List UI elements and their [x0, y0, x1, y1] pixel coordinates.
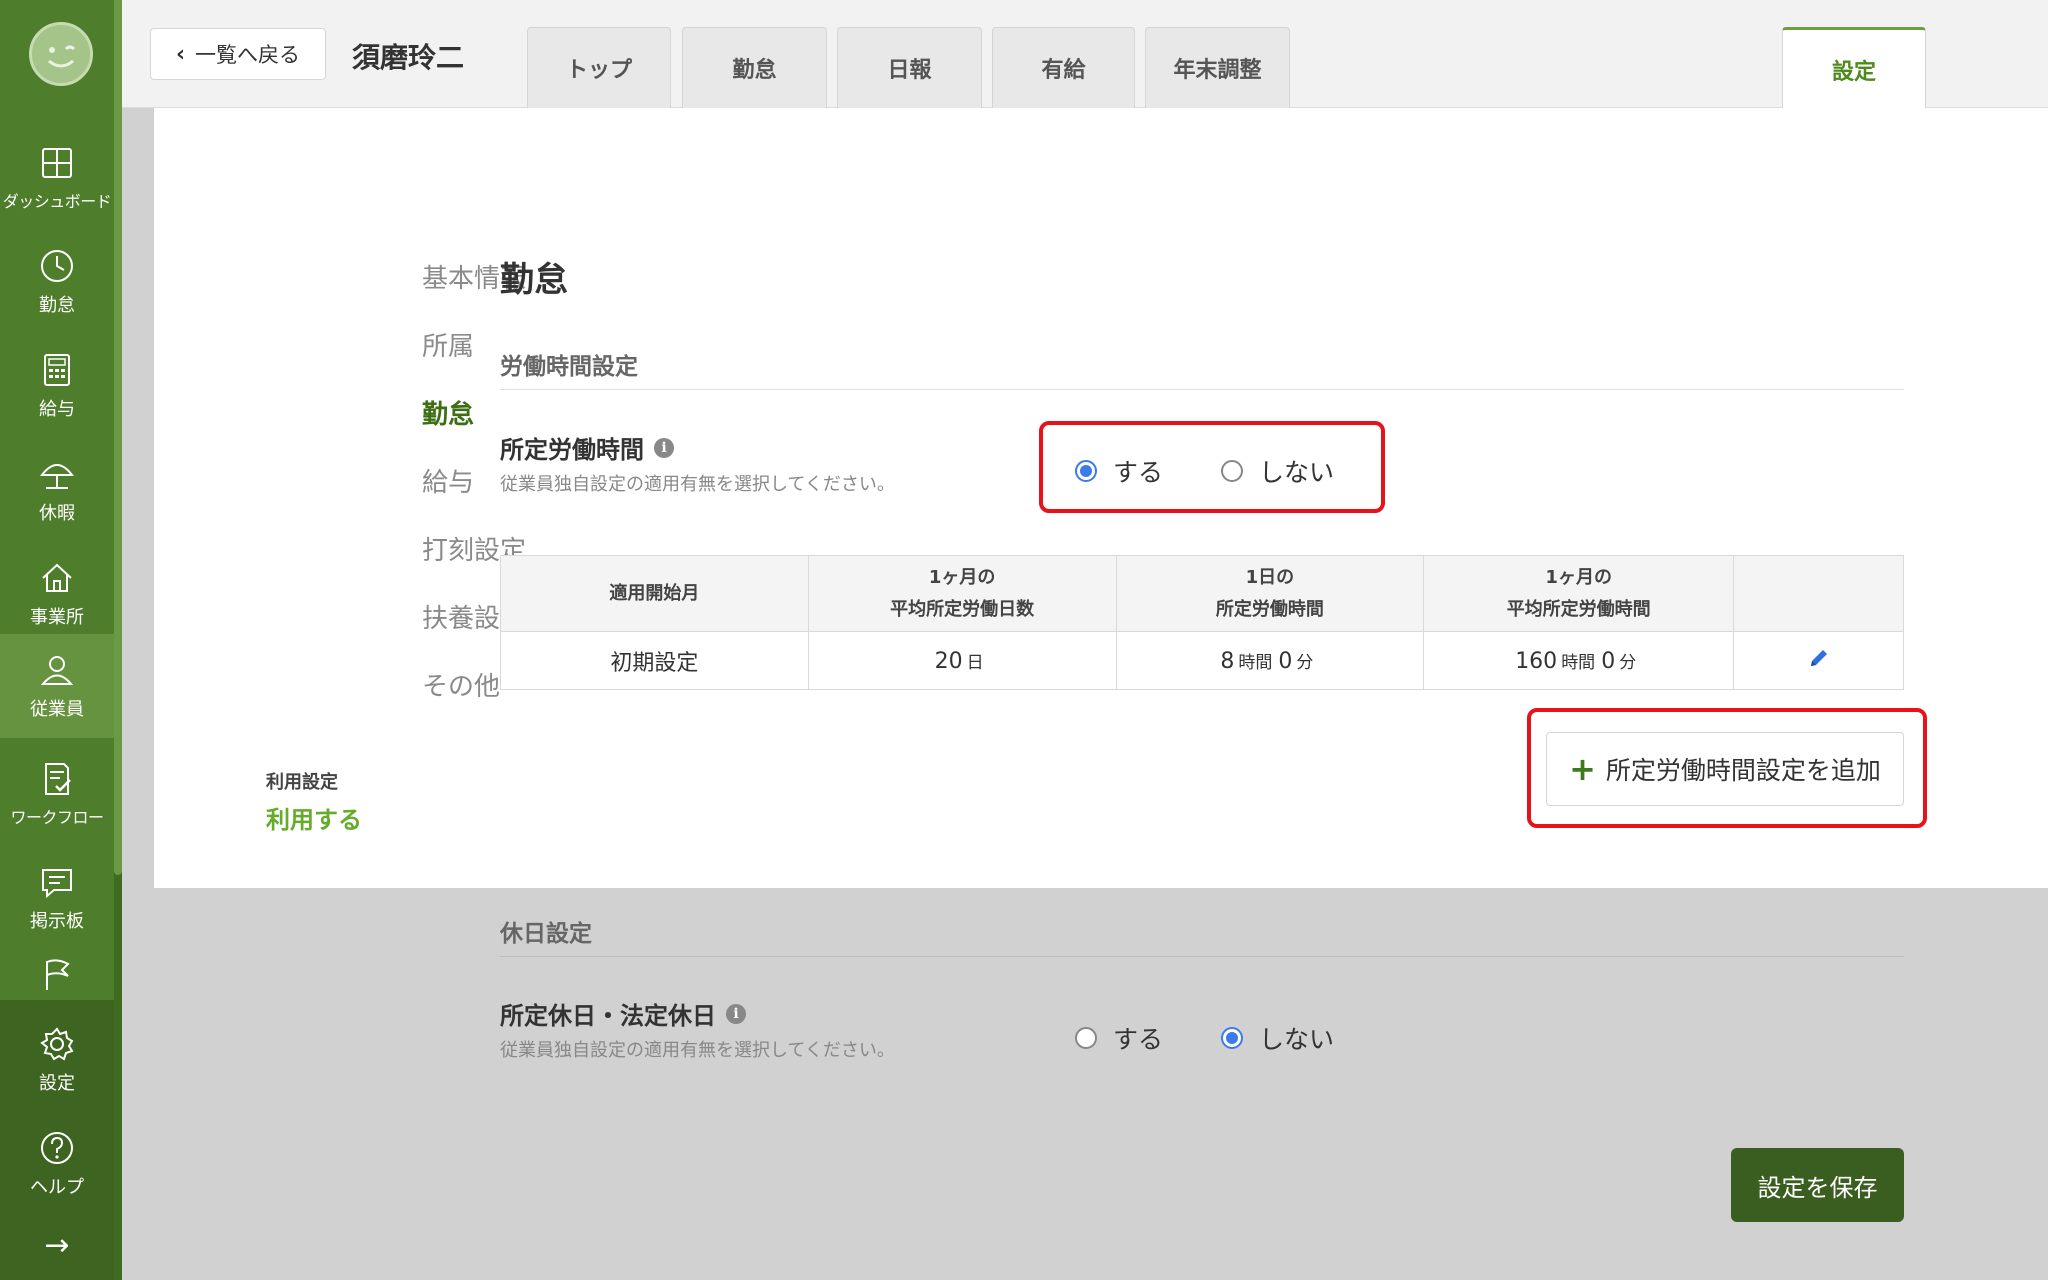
tab-year-end[interactable]: 年末調整	[1145, 27, 1290, 108]
cell-monthly-days: 20 日	[807, 631, 1117, 690]
table-header: 1日の 所定労働時間	[1115, 555, 1425, 632]
working-hours-title: 労働時間設定	[500, 354, 638, 380]
chat-icon	[42, 869, 72, 899]
table-header-row: 適用開始月 1ヶ月の 平均所定労働日数 1日の 所定労働時間 1ヶ月の 平均所定労働時…	[500, 555, 1904, 632]
sidebar-item-label: 給与	[39, 399, 75, 420]
menu-item-other[interactable]: その他	[422, 666, 500, 703]
sidebar-item-label: ダッシュボード	[2, 192, 112, 211]
working-hours-field-label: 所定労働時間 i	[500, 430, 674, 465]
checklist-icon	[45, 763, 71, 795]
holiday-radio-group: する しない	[1075, 1020, 1392, 1056]
holiday-title: 休日設定	[500, 921, 592, 947]
sidebar-item-label: 勤怠	[39, 295, 75, 316]
umbrella-icon	[39, 464, 75, 489]
menu-item-attendance[interactable]: 勤怠	[422, 394, 474, 431]
back-to-list-button[interactable]: ‹ 一覧へ戻る	[150, 28, 326, 80]
tab-paid-leave[interactable]: 有給	[992, 27, 1135, 108]
menu-item-payroll[interactable]: 給与	[422, 462, 474, 499]
highlight-box	[1527, 708, 1927, 828]
sidebar-item-attendance[interactable]: 勤怠	[0, 230, 114, 334]
sidebar-item-label: 従業員	[30, 699, 84, 720]
working-hours-table: 適用開始月 1ヶ月の 平均所定労働日数 1日の 所定労働時間 1ヶ月の 平均所定労働時…	[500, 555, 1904, 690]
sidebar-item-employees[interactable]: 従業員	[0, 634, 114, 738]
table-header	[1733, 555, 1904, 632]
divider	[500, 956, 1904, 957]
employee-name: 須磨玲二	[352, 41, 465, 74]
arrow-right-icon[interactable]: →	[0, 1228, 114, 1263]
tab-attendance[interactable]: 勤怠	[682, 27, 827, 108]
table-header: 適用開始月	[500, 555, 809, 632]
holiday-help: 従業員独自設定の適用有無を選択してください。	[500, 1040, 895, 1061]
sidebar-item-leave[interactable]: 休暇	[0, 438, 114, 542]
radio-label: する	[1113, 1025, 1164, 1054]
cell-daily-hours: 8 時間 0 分	[1115, 631, 1425, 690]
info-icon[interactable]: i	[654, 437, 674, 458]
divider	[500, 389, 1904, 390]
tab-daily-report[interactable]: 日報	[837, 27, 982, 108]
menu-item-affiliation[interactable]: 所属	[422, 326, 474, 363]
sidebar-item-help[interactable]: ヘルプ	[0, 1112, 114, 1216]
avatar[interactable]	[29, 22, 93, 86]
table-row: 初期設定 20 日 8 時間 0 分 160 時間 0 分	[500, 631, 1904, 690]
sidebar-item-workflow[interactable]: ワークフロー	[0, 742, 114, 846]
section-title: 勤怠	[500, 260, 568, 300]
sidebar-item-label: ヘルプ	[30, 1177, 84, 1198]
sidebar: ダッシュボード 勤怠 給与 休暇 事業所 従業員 ワークフロー 掲示板 設定 ヘ…	[0, 0, 122, 1280]
info-icon[interactable]: i	[726, 1003, 746, 1024]
radio-dot-selected[interactable]	[1221, 1027, 1244, 1049]
radio-yes[interactable]: する	[1075, 1020, 1163, 1056]
flag-icon	[46, 959, 70, 990]
radio-label: しない	[1259, 1025, 1335, 1054]
sidebar-item-payroll[interactable]: 給与	[0, 334, 114, 438]
cell-start-month: 初期設定	[500, 631, 809, 690]
highlight-box	[1039, 421, 1385, 513]
sidebar-item-label: 掲示板	[30, 911, 84, 932]
dashboard-icon	[42, 148, 72, 178]
calculator-icon	[44, 354, 70, 386]
sidebar-item-flag[interactable]	[0, 948, 114, 1008]
table-header: 1ヶ月の 平均所定労働日数	[807, 555, 1117, 632]
usage-setting-value: 利用する	[266, 806, 362, 834]
sidebar-item-label: 休暇	[39, 503, 75, 524]
sidebar-scroll-thumb[interactable]	[114, 0, 122, 875]
clock-icon	[41, 250, 73, 282]
sidebar-item-office[interactable]: 事業所	[0, 542, 114, 646]
sidebar-item-label: ワークフロー	[10, 808, 104, 827]
sidebar-item-label: 事業所	[30, 607, 84, 628]
sidebar-item-board[interactable]: 掲示板	[0, 846, 114, 950]
back-button-label: 一覧へ戻る	[195, 43, 301, 67]
field-label-text: 所定休日・法定休日	[500, 1002, 716, 1030]
person-icon	[40, 656, 74, 685]
cell-monthly-hours: 160 時間 0 分	[1423, 631, 1735, 690]
field-label-text: 所定労働時間	[500, 436, 644, 464]
radio-dot[interactable]	[1075, 1027, 1097, 1049]
chevron-left-icon: ‹	[175, 41, 186, 67]
radio-no[interactable]: しない	[1221, 1020, 1334, 1056]
cell-edit	[1733, 631, 1904, 690]
holiday-field-label: 所定休日・法定休日 i	[500, 996, 746, 1031]
help-icon	[41, 1132, 73, 1164]
tab-settings[interactable]: 設定	[1782, 27, 1926, 109]
pencil-icon[interactable]	[1806, 645, 1832, 677]
header: ‹ 一覧へ戻る 須磨玲二 トップ 勤怠 日報 有給 年末調整 設定	[122, 0, 2048, 109]
home-icon	[42, 563, 72, 592]
usage-setting-label: 利用設定	[266, 772, 338, 793]
working-hours-help: 従業員独自設定の適用有無を選択してください。	[500, 474, 895, 495]
sidebar-scrollbar[interactable]	[114, 0, 122, 1280]
table-header: 1ヶ月の 平均所定労働時間	[1423, 555, 1735, 632]
sidebar-item-label: 設定	[39, 1073, 75, 1094]
sidebar-item-settings[interactable]: 設定	[0, 1008, 114, 1112]
smiley-icon	[48, 45, 76, 68]
sidebar-item-dashboard[interactable]: ダッシュボード	[0, 126, 114, 230]
save-settings-button[interactable]: 設定を保存	[1731, 1148, 1904, 1222]
gear-icon	[40, 1027, 74, 1061]
tab-top[interactable]: トップ	[527, 27, 671, 108]
